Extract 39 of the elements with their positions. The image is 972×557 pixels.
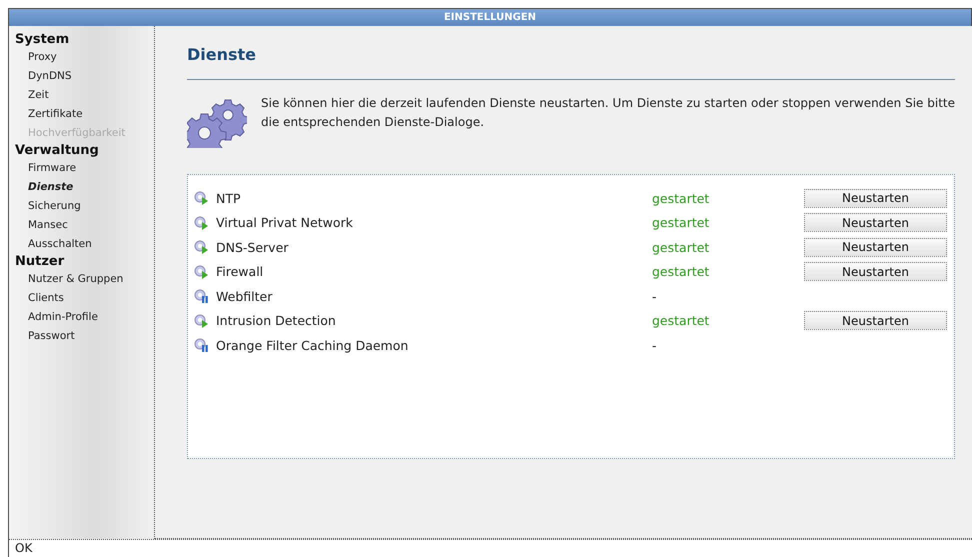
service-name: Firewall <box>216 264 264 280</box>
restart-button[interactable]: Neustarten <box>804 238 947 257</box>
status-text: OK <box>8 539 972 557</box>
restart-button[interactable]: Neustarten <box>804 213 947 232</box>
sidebar-section-title: Verwaltung <box>15 143 100 159</box>
restart-button[interactable]: Neustarten <box>804 188 947 208</box>
restart-button[interactable]: Neustarten <box>804 311 947 330</box>
sidebar-item[interactable]: Zertifikate <box>15 105 154 124</box>
service-status: gestartet <box>652 264 710 280</box>
service-name: Orange Filter Caching Daemon <box>216 338 410 353</box>
service-status: gestartet <box>652 215 710 230</box>
window-title: EINSTELLUNGEN <box>8 8 972 26</box>
sidebar-section-title: System <box>15 32 70 48</box>
sidebar-item[interactable]: Mansec <box>15 216 154 235</box>
sidebar-item[interactable]: DynDNS <box>15 67 154 86</box>
sidebar-item[interactable]: Clients <box>15 289 154 308</box>
sidebar-item[interactable]: Sicherung <box>15 197 154 216</box>
service-name: Webfilter <box>216 288 274 304</box>
sidebar-item[interactable]: Dienste <box>15 178 154 197</box>
service-name: Virtual Privat Network <box>216 215 354 230</box>
service-status: - <box>652 338 658 353</box>
sidebar-item[interactable]: Nutzer & Gruppen <box>15 270 154 289</box>
sidebar-item[interactable]: Passwort <box>15 327 154 346</box>
sidebar-section-title: Nutzer <box>15 254 66 270</box>
sidebar-item[interactable]: Ausschalten <box>15 235 154 254</box>
description-text: Sie können hier die derzeit laufenden Dienste neustarten. Um Dienste zu starten oder stoppen verwenden Sie bitte die entsprechenden Dienste-Dialoge. <box>261 95 955 131</box>
page-heading: Dienste <box>187 44 258 66</box>
sidebar-item[interactable]: Firmware <box>15 159 154 178</box>
restart-button[interactable]: Neustarten <box>804 262 947 282</box>
service-status: gestartet <box>652 240 710 255</box>
service-status: gestartet <box>652 313 710 328</box>
service-status: - <box>652 288 658 304</box>
sidebar-item[interactable]: Zeit <box>15 86 154 105</box>
service-name: DNS-Server <box>216 240 290 255</box>
sidebar-item[interactable]: Proxy <box>15 48 154 67</box>
service-name: Intrusion Detection <box>216 313 337 328</box>
service-status: gestartet <box>652 190 710 206</box>
sidebar-item[interactable]: Admin-Profile <box>15 308 154 327</box>
service-name: NTP <box>216 190 242 206</box>
